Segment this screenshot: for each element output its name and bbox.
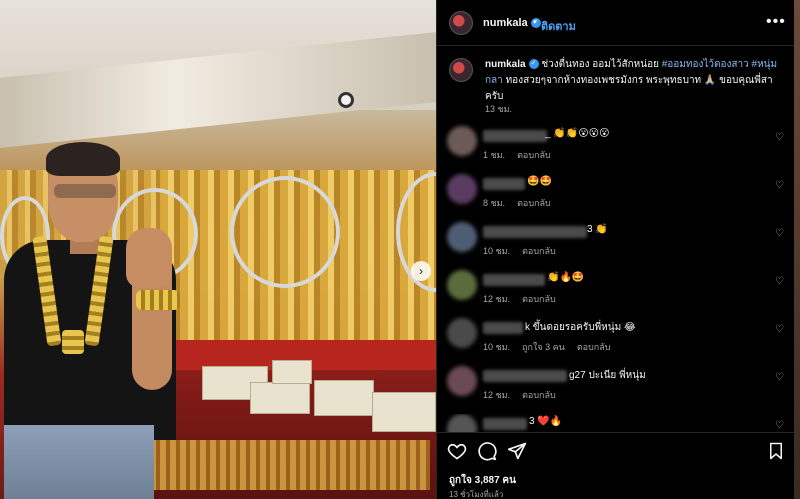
comment-item: 👏🔥🤩 12 ชม. ตอบกลับ ♡ — [437, 270, 795, 318]
caption-text-2: ทองสวยๆจากห้างทองเพชรมังกร พระพุทธบาท 🙏🏼… — [485, 75, 773, 102]
comment-item: 3 👏 10 ชม. ตอบกลับ ♡ — [437, 222, 795, 270]
gold-bracelet — [136, 290, 180, 310]
cash-stack — [250, 382, 310, 414]
caption-time: 13 ชม. — [485, 104, 513, 114]
comment-meta: 8 ชม. ตอบกลับ — [483, 196, 563, 210]
author-avatar[interactable] — [449, 11, 473, 35]
commenter-name-blurred[interactable] — [483, 370, 567, 382]
comment-text: 3 ❤️🔥 — [529, 416, 563, 427]
commenter-name-blurred[interactable] — [483, 130, 547, 142]
comment-item: 🤩🤩 8 ชม. ตอบกลับ ♡ — [437, 174, 795, 222]
comment-time: 12 ชม. — [483, 294, 511, 304]
person-hand — [126, 228, 172, 288]
reply-button[interactable]: ตอบกลับ — [577, 342, 611, 352]
comment-meta: 12 ชม. ตอบกลับ — [483, 292, 568, 306]
like-comment-heart-icon[interactable]: ♡ — [775, 372, 784, 383]
display-hoop — [230, 176, 340, 288]
commenter-avatar[interactable] — [447, 414, 477, 432]
commenter-name-blurred[interactable] — [483, 418, 527, 430]
modal-backdrop-right[interactable] — [794, 0, 800, 499]
comment-item: k ขึ้นดอยรอครับพี่หนุ่ม 😂 10 ชม. ถูกใจ 3 … — [437, 318, 795, 366]
reply-button[interactable]: ตอบกลับ — [517, 198, 551, 208]
comment-text: _ 👏👏😮😮😮 — [545, 128, 610, 139]
comment-text: k ขึ้นดอยรอครับพี่หนุ่ม 😂 — [525, 322, 636, 333]
likes-count[interactable]: ถูกใจ 3,887 คน — [449, 473, 516, 488]
commenter-name-blurred[interactable] — [483, 322, 523, 334]
follow-button[interactable]: ติดตาม — [541, 17, 576, 35]
carousel-next-button[interactable]: › — [411, 261, 431, 281]
commenter-name-blurred[interactable] — [483, 178, 525, 190]
comment-time: 12 ชม. — [483, 390, 511, 400]
more-options-icon[interactable]: ••• — [766, 13, 786, 31]
reply-button[interactable]: ตอบกลับ — [522, 390, 556, 400]
like-heart-icon[interactable] — [447, 441, 467, 461]
comment-time: 8 ชม. — [483, 198, 506, 208]
commenter-avatar[interactable] — [447, 222, 477, 252]
reply-button[interactable]: ตอบกลับ — [522, 294, 556, 304]
comment-time: 1 ชม. — [483, 150, 506, 160]
like-comment-heart-icon[interactable]: ♡ — [775, 420, 784, 431]
comment-text: 🤩🤩 — [527, 176, 552, 187]
comment-icon[interactable] — [477, 441, 497, 461]
comment-text: 👏🔥🤩 — [547, 272, 585, 283]
post-timestamp[interactable]: 13 ชั่วโมงที่แล้ว — [449, 488, 503, 499]
commenter-avatar[interactable] — [447, 174, 477, 204]
cash-stack — [314, 380, 374, 416]
comment-meta: 1 ชม. ตอบกลับ — [483, 148, 563, 162]
comment-likes[interactable]: ถูกใจ 3 คน — [522, 342, 565, 352]
gold-pendant — [62, 330, 84, 354]
caption-author[interactable]: numkala — [485, 59, 526, 70]
comment-time: 10 ชม. — [483, 246, 511, 256]
comment-text: g27 ปะเนีย พี่หนุ่ม — [569, 370, 646, 381]
person-jeans — [4, 425, 154, 499]
reply-button[interactable]: ตอบกลับ — [522, 246, 556, 256]
verified-icon: ✓ — [528, 59, 539, 70]
commenter-name-blurred[interactable] — [483, 274, 545, 286]
comment-text: 3 👏 — [587, 224, 608, 235]
share-icon[interactable] — [507, 441, 527, 461]
cash-stack — [272, 360, 312, 384]
header-dot: • — [533, 16, 537, 28]
author-username[interactable]: numkala ✓ — [483, 17, 541, 29]
post-photo: › — [0, 0, 436, 499]
comment-meta: 10 ชม. ตอบกลับ — [483, 244, 568, 258]
post-caption: numkala ✓ ช่วงตื่นทอง ออมไว้สักหน่อย #ออม… — [485, 57, 785, 105]
comment-meta: 10 ชม. ถูกใจ 3 คน ตอบกลับ — [483, 340, 622, 354]
post-side-panel: numkala ✓ • ติดตาม ••• numkala ✓ ช่วงตื่นท… — [436, 0, 795, 499]
author-name-text[interactable]: numkala — [483, 17, 528, 29]
save-bookmark-icon[interactable] — [767, 441, 785, 461]
security-camera — [338, 92, 354, 108]
comment-item: 3 ❤️🔥 ♡ — [437, 414, 795, 432]
caption-avatar[interactable] — [449, 58, 473, 82]
hashtag-link[interactable]: #ออมทองไว้ตองสาว — [662, 59, 749, 70]
comment-item: g27 ปะเนีย พี่หนุ่ม 12 ชม. ตอบกลับ ♡ — [437, 366, 795, 414]
reply-button[interactable]: ตอบกลับ — [517, 150, 551, 160]
like-comment-heart-icon[interactable]: ♡ — [775, 228, 784, 239]
person-hair — [46, 142, 120, 176]
post-action-bar: ถูกใจ 3,887 คน 13 ชั่วโมงที่แล้ว — [437, 432, 795, 499]
commenter-avatar[interactable] — [447, 318, 477, 348]
comment-meta: 12 ชม. ตอบกลับ — [483, 388, 568, 402]
like-comment-heart-icon[interactable]: ♡ — [775, 276, 784, 287]
commenter-avatar[interactable] — [447, 366, 477, 396]
commenter-name-blurred[interactable] — [483, 226, 587, 238]
commenter-avatar[interactable] — [447, 126, 477, 156]
like-comment-heart-icon[interactable]: ♡ — [775, 132, 784, 143]
cash-stack — [372, 392, 436, 432]
comment-time: 10 ชม. — [483, 342, 511, 352]
like-comment-heart-icon[interactable]: ♡ — [775, 180, 784, 191]
commenter-avatar[interactable] — [447, 270, 477, 300]
comment-item: _ 👏👏😮😮😮 1 ชม. ตอบกลับ ♡ — [437, 126, 795, 174]
post-header: numkala ✓ • ติดตาม ••• — [437, 0, 795, 46]
caption-text-1: ช่วงตื่นทอง ออมไว้สักหน่อย — [541, 59, 659, 70]
gold-rings — [150, 440, 430, 490]
sunglasses — [54, 184, 116, 198]
like-comment-heart-icon[interactable]: ♡ — [775, 324, 784, 335]
